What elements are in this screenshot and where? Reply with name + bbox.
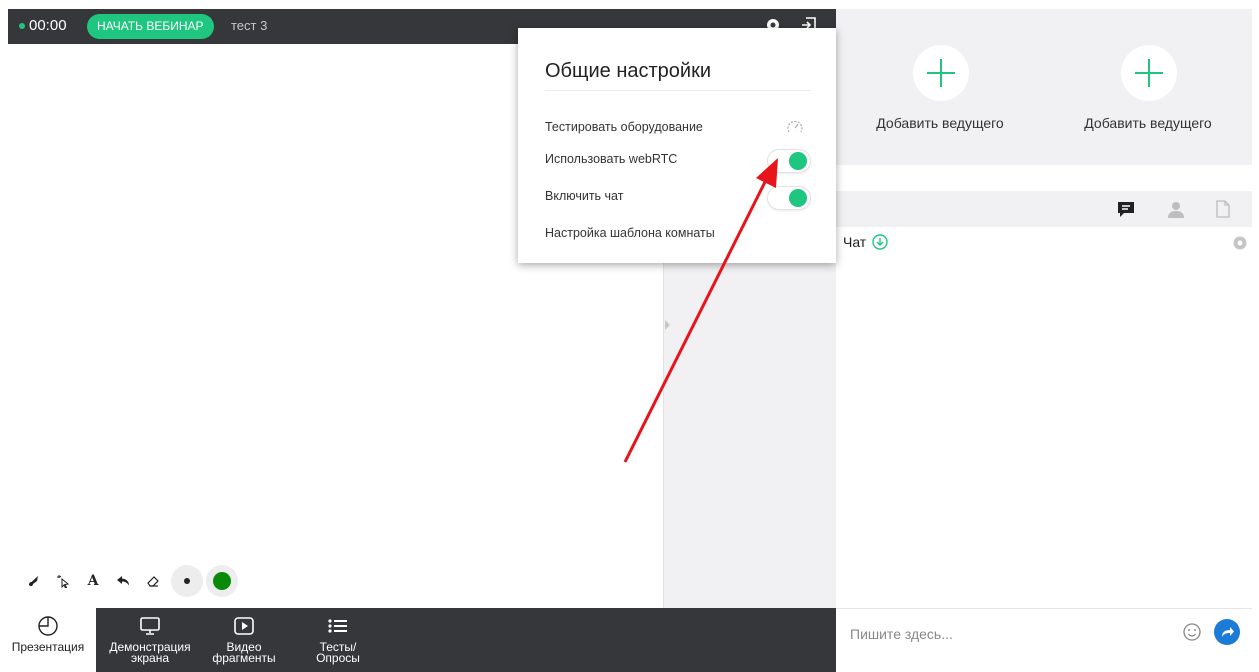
dot-size-icon[interactable] (171, 565, 203, 597)
gauge-icon[interactable] (786, 118, 804, 139)
popup-divider (545, 90, 811, 91)
webinar-room: 00:00 НАЧАТЬ ВЕБИНАР тест 3 Добавить вед… (0, 0, 1259, 672)
chat-title-row: Чат (843, 234, 1252, 250)
toggle-knob (789, 189, 807, 207)
tab-label: Презентация (11, 640, 85, 654)
chat-title: Чат (843, 234, 867, 250)
enable-chat-toggle[interactable] (767, 186, 811, 210)
file-icon[interactable] (1210, 197, 1236, 221)
popup-title: Общие настройки (545, 60, 711, 82)
hosts-area: Добавить ведущего Добавить ведущего (836, 9, 1252, 165)
room-template-label[interactable]: Настройка шаблона комнаты (545, 226, 715, 240)
tab-screen-share[interactable]: Демонстрация экрана (102, 608, 198, 672)
bottom-tabs: Презентация Демонстрация экрана Видео фр… (0, 608, 836, 672)
monitor-icon (102, 608, 198, 638)
send-button[interactable] (1214, 619, 1240, 645)
webrtc-toggle[interactable] (767, 149, 811, 173)
timer-value: 00:00 (29, 17, 67, 34)
room-name: тест 3 (231, 18, 268, 33)
webinar-timer: 00:00 (19, 17, 67, 34)
live-dot-icon (19, 22, 25, 29)
tab-presentation[interactable]: Презентация (0, 608, 96, 672)
webrtc-label: Использовать webRTC (545, 152, 678, 166)
enable-chat-row: Включить чат (545, 186, 811, 210)
tab-video[interactable]: Видео фрагменты (196, 608, 292, 672)
tab-label-line2: фрагменты (212, 651, 276, 665)
chat-header: Чат (843, 234, 1252, 254)
play-icon (196, 608, 292, 638)
pie-chart-icon (0, 608, 96, 638)
add-host-slot[interactable]: Добавить ведущего (836, 9, 1044, 165)
send-arrow-icon (1222, 627, 1234, 637)
tab-label-line2: экрана (130, 651, 170, 665)
download-icon[interactable] (872, 234, 888, 250)
test-equipment-row[interactable]: Тестировать оборудование (545, 117, 811, 139)
pointer-icon[interactable] (48, 566, 78, 596)
tab-tests[interactable]: Тесты/ Опросы (290, 608, 386, 672)
add-host-slot[interactable]: Добавить ведущего (1044, 9, 1252, 165)
add-host-label: Добавить ведущего (1084, 115, 1212, 131)
enable-chat-label: Включить чат (545, 189, 624, 203)
expand-arrow-icon[interactable] (665, 320, 670, 330)
chat-icon[interactable] (1113, 197, 1139, 221)
webrtc-row: Использовать webRTC (545, 149, 811, 173)
plus-icon[interactable] (913, 45, 969, 101)
text-icon[interactable]: A (78, 566, 108, 596)
toggle-knob (789, 152, 807, 170)
room-template-row[interactable]: Настройка шаблона комнаты (545, 223, 811, 245)
add-host-label: Добавить ведущего (876, 115, 1004, 131)
plus-icon[interactable] (1121, 45, 1177, 101)
chat-tabs (836, 191, 1252, 227)
eraser-icon[interactable] (138, 566, 168, 596)
test-equipment-label: Тестировать оборудование (545, 120, 703, 134)
user-icon[interactable] (1163, 197, 1189, 221)
start-webinar-button[interactable]: НАЧАТЬ ВЕБИНАР (87, 14, 214, 39)
brush-icon[interactable] (18, 566, 48, 596)
color-icon[interactable] (206, 565, 238, 597)
chat-input-placeholder[interactable]: Пишите здесь... (850, 626, 953, 642)
chat-input-bar[interactable]: Пишите здесь... (836, 608, 1252, 658)
drawing-toolbar: A (18, 565, 238, 597)
tab-label-line2: Опросы (316, 651, 360, 665)
general-settings-popup: Общие настройки Тестировать оборудование… (518, 28, 836, 263)
emoji-icon[interactable] (1182, 622, 1202, 647)
chat-settings-gear-icon[interactable] (1231, 234, 1249, 257)
undo-icon[interactable] (108, 566, 138, 596)
list-icon (290, 608, 386, 638)
